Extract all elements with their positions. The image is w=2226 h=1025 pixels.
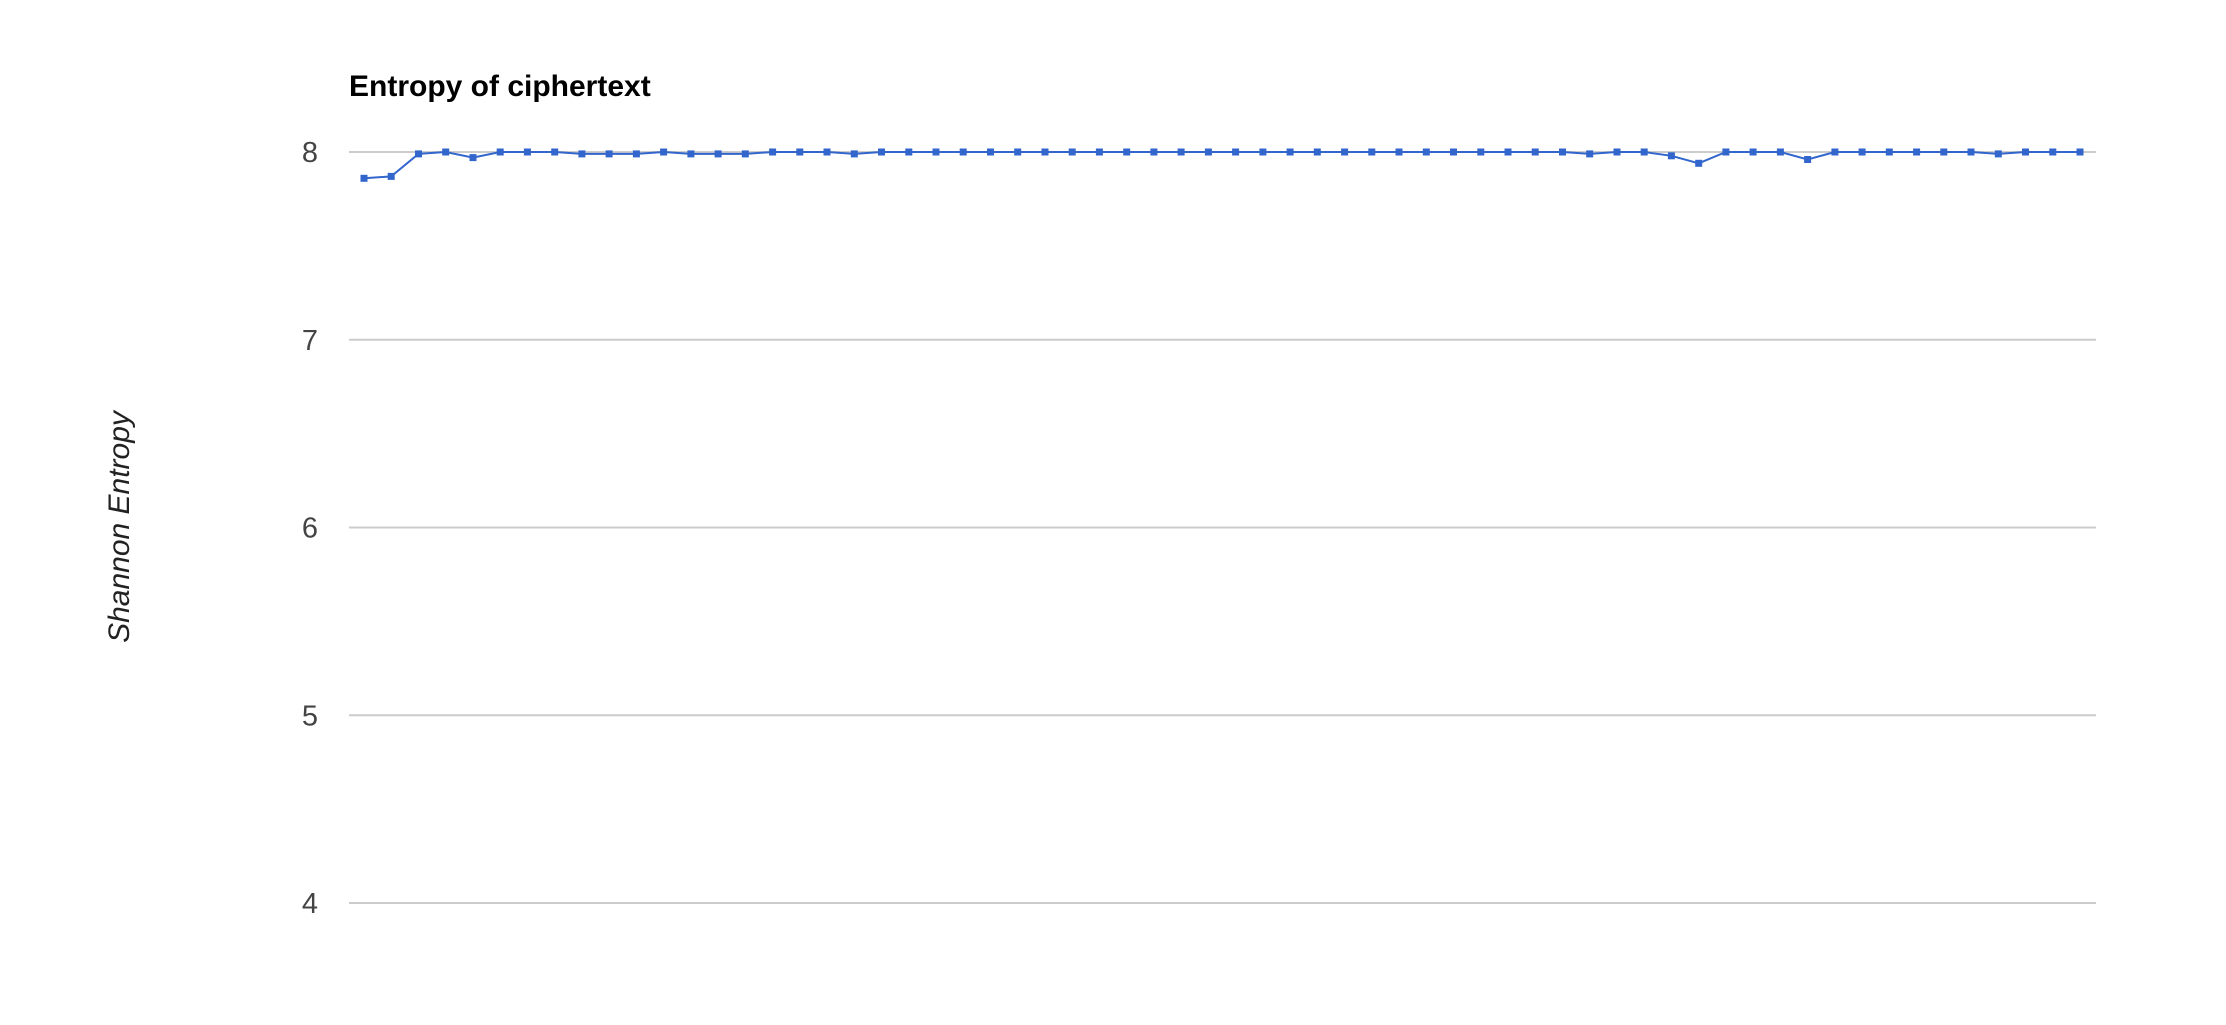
gridlines [349, 151, 2096, 904]
data-point[interactable] [2022, 148, 2029, 156]
series-line [363, 150, 2080, 180]
data-point[interactable] [1749, 148, 1757, 156]
data-point[interactable] [496, 148, 504, 156]
data-point[interactable] [1095, 148, 1103, 156]
data-point[interactable] [1232, 148, 1240, 156]
data-point[interactable] [469, 154, 477, 162]
data-point[interactable] [1177, 148, 1185, 156]
y-tick-label: 8 [302, 137, 318, 169]
data-point[interactable] [1259, 148, 1267, 156]
data-point[interactable] [1940, 148, 1948, 156]
data-point[interactable] [1994, 150, 2002, 158]
data-point[interactable] [1722, 148, 1730, 156]
data-point[interactable] [387, 172, 395, 180]
data-point[interactable] [1804, 156, 1812, 163]
data-point[interactable] [741, 150, 749, 158]
chart: Entropy of ciphertext 4 5 6 7 8 Shannon Entr… [0, 0, 2226, 1020]
data-point[interactable] [1885, 148, 1893, 156]
chart-title: Entropy of ciphertext [349, 70, 651, 103]
data-point[interactable] [415, 150, 422, 158]
y-axis-label: Shannon Entropy [103, 409, 136, 643]
data-point[interactable] [959, 148, 967, 156]
data-point[interactable] [1068, 148, 1076, 156]
data-point[interactable] [1531, 148, 1539, 156]
y-tick-label: 5 [302, 700, 318, 732]
data-point[interactable] [796, 148, 804, 156]
data-point[interactable] [523, 148, 531, 156]
y-tick-label: 4 [302, 888, 318, 920]
data-point[interactable] [1831, 148, 1839, 156]
data-point[interactable] [1913, 148, 1921, 156]
data-point[interactable] [1204, 148, 1212, 156]
data-point[interactable] [1504, 148, 1512, 156]
data-point[interactable] [551, 148, 559, 156]
data-point[interactable] [1477, 148, 1485, 156]
data-point[interactable] [1667, 152, 1675, 160]
data-point[interactable] [1422, 148, 1430, 156]
data-point[interactable] [1123, 148, 1131, 156]
data-point[interactable] [442, 148, 450, 156]
data-point[interactable] [1858, 148, 1866, 156]
data-point[interactable] [1368, 148, 1376, 156]
data-point[interactable] [687, 150, 695, 158]
data-point[interactable] [632, 150, 640, 158]
data-point[interactable] [578, 150, 586, 158]
data-point[interactable] [1613, 148, 1621, 156]
data-point[interactable] [1313, 148, 1321, 156]
data-point[interactable] [2049, 148, 2057, 156]
data-point[interactable] [1586, 150, 1594, 158]
data-point[interactable] [660, 148, 668, 156]
data-point[interactable] [360, 174, 368, 182]
data-point[interactable] [1776, 148, 1784, 156]
data-point[interactable] [1640, 148, 1648, 156]
data-point[interactable] [905, 148, 913, 156]
data-point[interactable] [1150, 148, 1158, 156]
data-point[interactable] [823, 148, 831, 156]
y-tick-labels: 4 5 6 7 8 [302, 137, 318, 920]
y-tick-label: 6 [302, 513, 318, 545]
y-tick-label: 7 [302, 325, 318, 357]
data-point[interactable] [1014, 148, 1022, 156]
data-point[interactable] [1286, 148, 1294, 156]
data-point[interactable] [714, 150, 722, 158]
data-point[interactable] [1559, 148, 1566, 156]
data-point[interactable] [2076, 148, 2084, 156]
data-point[interactable] [769, 148, 777, 156]
data-point[interactable] [878, 148, 885, 156]
data-point[interactable] [1967, 148, 1975, 156]
data-point[interactable] [932, 148, 940, 156]
data-point[interactable] [1695, 159, 1703, 167]
data-point[interactable] [1450, 148, 1457, 156]
data-point[interactable] [850, 150, 858, 158]
data-point[interactable] [987, 148, 994, 156]
data-point[interactable] [1341, 148, 1349, 156]
data-point[interactable] [605, 150, 613, 158]
data-point[interactable] [1395, 148, 1403, 156]
chart-svg: Entropy of ciphertext 4 5 6 7 8 Shannon Entr… [103, 70, 2096, 920]
data-point[interactable] [1041, 148, 1049, 156]
series-group [360, 148, 2084, 182]
